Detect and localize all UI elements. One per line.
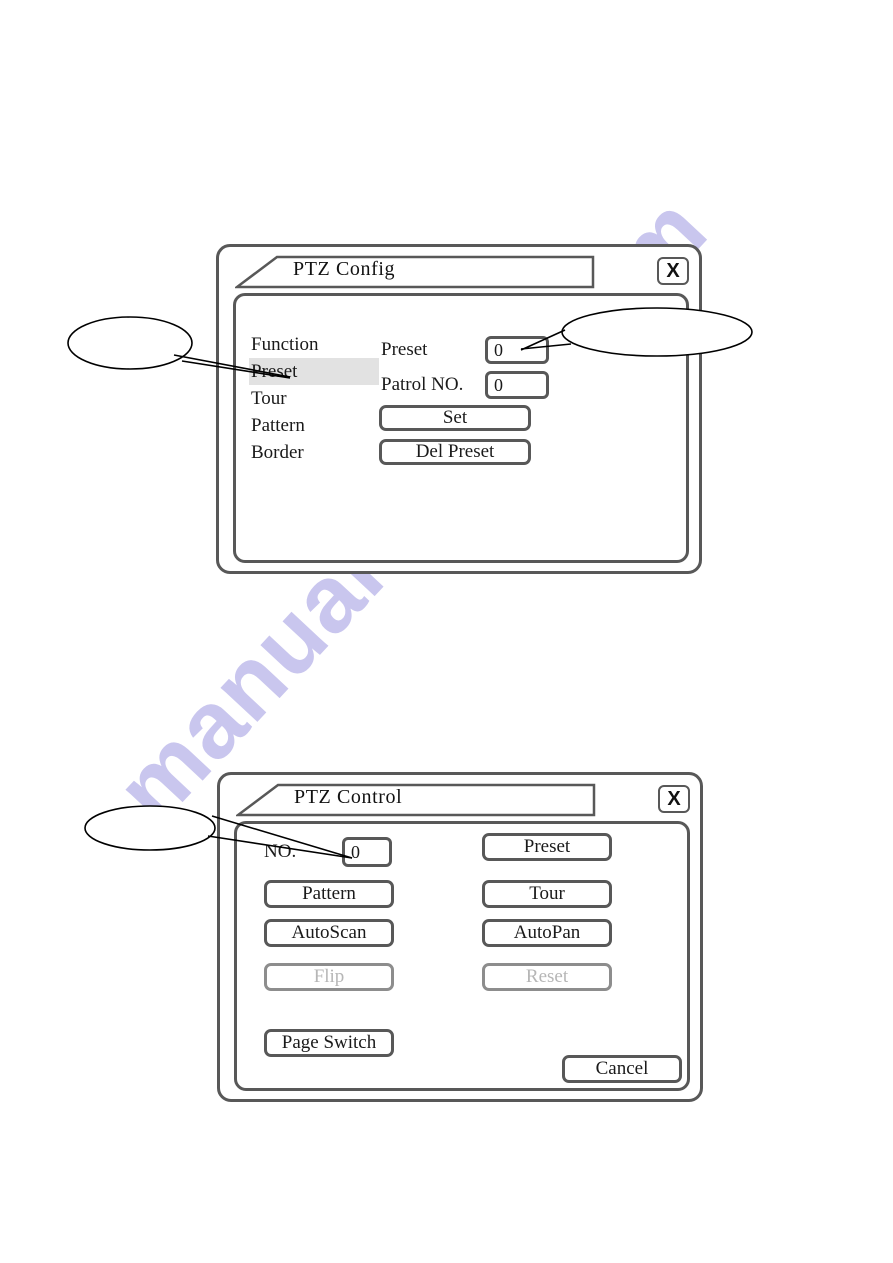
close-icon-glyph: X — [666, 259, 680, 282]
titlebar-trapezoid-shape — [236, 783, 596, 817]
flip-button[interactable]: Flip — [264, 963, 394, 991]
no-field-label: NO. — [264, 841, 297, 862]
preset-button[interactable]: Preset — [482, 833, 612, 861]
patrol-no-input[interactable]: 0 — [485, 371, 549, 399]
ptz-config-menu: Function Preset Tour Pattern Border — [249, 331, 379, 466]
autopan-button[interactable]: AutoPan — [482, 919, 612, 947]
no-field-row: NO. 0 — [264, 837, 392, 867]
del-preset-button[interactable]: Del Preset — [379, 439, 531, 465]
menu-item-pattern[interactable]: Pattern — [249, 412, 379, 439]
menu-item-border[interactable]: Border — [249, 439, 379, 466]
no-input[interactable]: 0 — [342, 837, 392, 867]
reset-button[interactable]: Reset — [482, 963, 612, 991]
menu-item-function[interactable]: Function — [249, 331, 379, 358]
ptz-config-dialog: PTZ Config X Function Preset Tour Patter… — [216, 244, 702, 574]
menu-item-preset[interactable]: Preset — [249, 358, 379, 385]
ptz-control-dialog: PTZ Control X NO. 0 Pattern AutoScan Fli… — [217, 772, 703, 1102]
ptz-config-title: PTZ Config — [293, 258, 396, 280]
ptz-control-title: PTZ Control — [294, 786, 403, 808]
cancel-button[interactable]: Cancel — [562, 1055, 682, 1083]
page-switch-button[interactable]: Page Switch — [264, 1029, 394, 1057]
patrol-no-field-label: Patrol NO. — [381, 374, 464, 395]
ptz-config-titlebar: PTZ Config — [235, 255, 595, 289]
titlebar-trapezoid-shape — [235, 255, 595, 289]
close-icon-glyph: X — [667, 787, 681, 810]
patrol-no-field-row: Patrol NO. 0 — [381, 371, 549, 399]
preset-field-label: Preset — [381, 339, 428, 360]
menu-item-tour[interactable]: Tour — [249, 385, 379, 412]
autoscan-button[interactable]: AutoScan — [264, 919, 394, 947]
set-button[interactable]: Set — [379, 405, 531, 431]
preset-field-row: Preset 0 — [381, 336, 549, 364]
preset-input[interactable]: 0 — [485, 336, 549, 364]
ptz-control-titlebar: PTZ Control — [236, 783, 596, 817]
close-icon[interactable]: X — [658, 785, 690, 813]
close-icon[interactable]: X — [657, 257, 689, 285]
pattern-button[interactable]: Pattern — [264, 880, 394, 908]
tour-button[interactable]: Tour — [482, 880, 612, 908]
